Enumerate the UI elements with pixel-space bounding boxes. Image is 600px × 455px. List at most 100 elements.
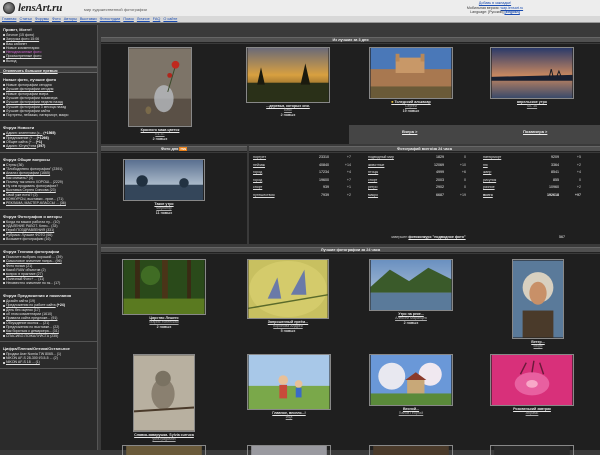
category-link[interactable]: спорт: [368, 178, 420, 186]
contest-count: 567: [559, 235, 565, 239]
stats-cell: натюрморт 9209 +5: [483, 155, 598, 163]
nav-item[interactable]: FAQ: [153, 17, 161, 21]
forum-title[interactable]: Форум Новости: [3, 124, 95, 130]
forum-topic-link[interactable]: NIKON AF-S 18 ... (1): [6, 360, 40, 364]
english-link[interactable]: [English]: [504, 10, 519, 14]
category-link[interactable]: всего: [483, 193, 535, 201]
best24-photo-4[interactable]: [512, 259, 564, 339]
category-link[interactable]: натюрморт: [483, 155, 535, 163]
forum-block: Форум Техника фотографии Помогите выбрать…: [0, 245, 97, 290]
forum-topic-count: (397): [37, 144, 46, 149]
nav-item[interactable]: Поиск: [123, 17, 134, 21]
category-link[interactable]: жанр: [483, 170, 535, 178]
category-link[interactable]: подводный мир: [368, 155, 420, 163]
logo-lens-icon[interactable]: [3, 2, 15, 14]
day-before-link[interactable]: Позавчера >: [523, 129, 547, 134]
best24-photo-1[interactable]: [122, 259, 206, 315]
best24-photo-8[interactable]: [490, 354, 574, 406]
next-row-photo-1[interactable]: [122, 445, 206, 455]
next-row-photo-2[interactable]: [247, 445, 331, 455]
category-link[interactable]: ретро: [368, 185, 420, 193]
contest-link[interactable]: фотоконкурс "подводное фото": [408, 235, 465, 239]
mobile-link[interactable]: wap.lensart.ru: [501, 6, 524, 10]
rss-icon[interactable]: rss: [179, 147, 188, 151]
photo-author-link[interactable]: Абрамс: [484, 411, 580, 415]
nav-item[interactable]: Главная: [2, 17, 16, 21]
category-link[interactable]: город: [253, 170, 305, 178]
stats-cell: птицы 4999 +6: [368, 170, 483, 178]
next-row-photo-3[interactable]: [369, 445, 453, 455]
forum-topic: NIKON AF-S 18 ... (1): [3, 360, 95, 364]
forum-topic-link[interactable]: СПАСИБО-ПОЖАЛУЙСТА (235): [6, 334, 58, 338]
top3-photo-4[interactable]: [490, 47, 574, 99]
nav-item[interactable]: Статьи: [19, 17, 31, 21]
top3-caption-3: ■ Толедский алькасар Сергей 19 новых: [363, 100, 459, 113]
category-total: 3364: [551, 162, 559, 167]
photo-author-link[interactable]: Панов Георгий: [363, 411, 459, 415]
category-link[interactable]: птицы: [368, 170, 420, 178]
nav-item[interactable]: Выставки: [80, 17, 97, 21]
photo-author-link[interactable]: SIL 36: [484, 104, 580, 108]
bullet-icon: [3, 330, 5, 333]
new-photos-link[interactable]: Портреты, пейзажи, натюрморт, макро: [6, 113, 69, 117]
forum-title[interactable]: Форум Техника фотографии: [3, 248, 95, 254]
forum-title[interactable]: Форум Фотография и авторы: [3, 213, 95, 219]
category-link[interactable]: животные: [368, 163, 420, 171]
bullet-icon: [3, 84, 5, 87]
bullet-icon: [3, 193, 5, 196]
bullet-icon: [3, 277, 5, 280]
category-total: 939: [323, 185, 329, 189]
top3-photo-1[interactable]: [128, 47, 192, 127]
category-link[interactable]: спорт: [253, 185, 305, 193]
user-menu-link[interactable]: Выход: [6, 59, 16, 63]
toledo-alcazar-image: [370, 48, 452, 98]
forum-topic-link[interactable]: Возьмите фотографию (16): [6, 237, 51, 241]
bullet-icon: [3, 97, 5, 100]
category-link[interactable]: пейзаж: [253, 163, 305, 171]
best24-photo-2[interactable]: [247, 259, 329, 319]
nav-item[interactable]: Авторы: [64, 17, 77, 21]
category-link[interactable]: макро: [368, 193, 420, 201]
category-delta: +10: [459, 162, 466, 167]
category-delta: +19: [459, 192, 466, 197]
bullet-icon: [3, 233, 5, 236]
next-row-photo-4[interactable]: [490, 445, 574, 455]
nav-item[interactable]: Форумы: [35, 17, 49, 21]
bullet-icon: [3, 185, 5, 188]
forum-topic-link[interactable]: РЕКЛАМА, МАСТЕР-КЛАССЫ ... (36): [6, 201, 66, 205]
site-logo[interactable]: lensArt.ru: [18, 2, 62, 14]
photo-day-image[interactable]: [123, 159, 205, 201]
next-row-image: [126, 446, 202, 455]
best24-photo-5[interactable]: [133, 354, 195, 432]
forum-title[interactable]: Цифра/Пленка/Оптика/Остальное: [3, 345, 95, 351]
forum-title[interactable]: Форум Общие вопросы: [3, 156, 95, 162]
bullet-icon: [3, 304, 5, 307]
category-link[interactable]: путешествия: [253, 193, 305, 201]
photo-author-link[interactable]: yura.lyagushin: [115, 437, 213, 441]
nav-item[interactable]: Фотостудии: [100, 17, 121, 21]
category-link[interactable]: ню: [483, 163, 535, 171]
forum-title[interactable]: Форум Предложения и пожелания: [3, 292, 95, 298]
category-link[interactable]: разное: [483, 185, 535, 193]
photo-author-link[interactable]: Ица: [241, 415, 337, 419]
forum-topic-link[interactable]: Неизвестно значение по эк... (17): [6, 281, 60, 285]
photo-author-link[interactable]: Мбря: [506, 344, 570, 348]
nav-item[interactable]: Фото: [52, 17, 61, 21]
category-link[interactable]: город: [253, 178, 305, 186]
category-link[interactable]: портрет: [253, 155, 305, 163]
best24-photo-7[interactable]: [369, 354, 453, 406]
top3-photo-3[interactable]: [369, 47, 453, 99]
user-menu-item: Выход: [3, 59, 95, 63]
best24-photo-3[interactable]: [369, 259, 453, 311]
yesterday-link[interactable]: Вчера >: [402, 129, 417, 134]
next-row-image: [494, 446, 570, 455]
category-link[interactable]: рисунок: [483, 178, 535, 186]
top3-photo-2[interactable]: [246, 47, 330, 103]
nav-item[interactable]: Личное: [137, 17, 150, 21]
bullet-icon: [3, 220, 5, 223]
nav-item[interactable]: О сайте: [163, 17, 177, 21]
bullet-icon: [3, 317, 5, 320]
forum-topic-link[interactable]: Админ: Ютуп(+ита: [6, 144, 36, 148]
bookmark-link[interactable]: Добавь в закладки!: [479, 1, 511, 5]
best24-photo-6[interactable]: [247, 354, 331, 410]
